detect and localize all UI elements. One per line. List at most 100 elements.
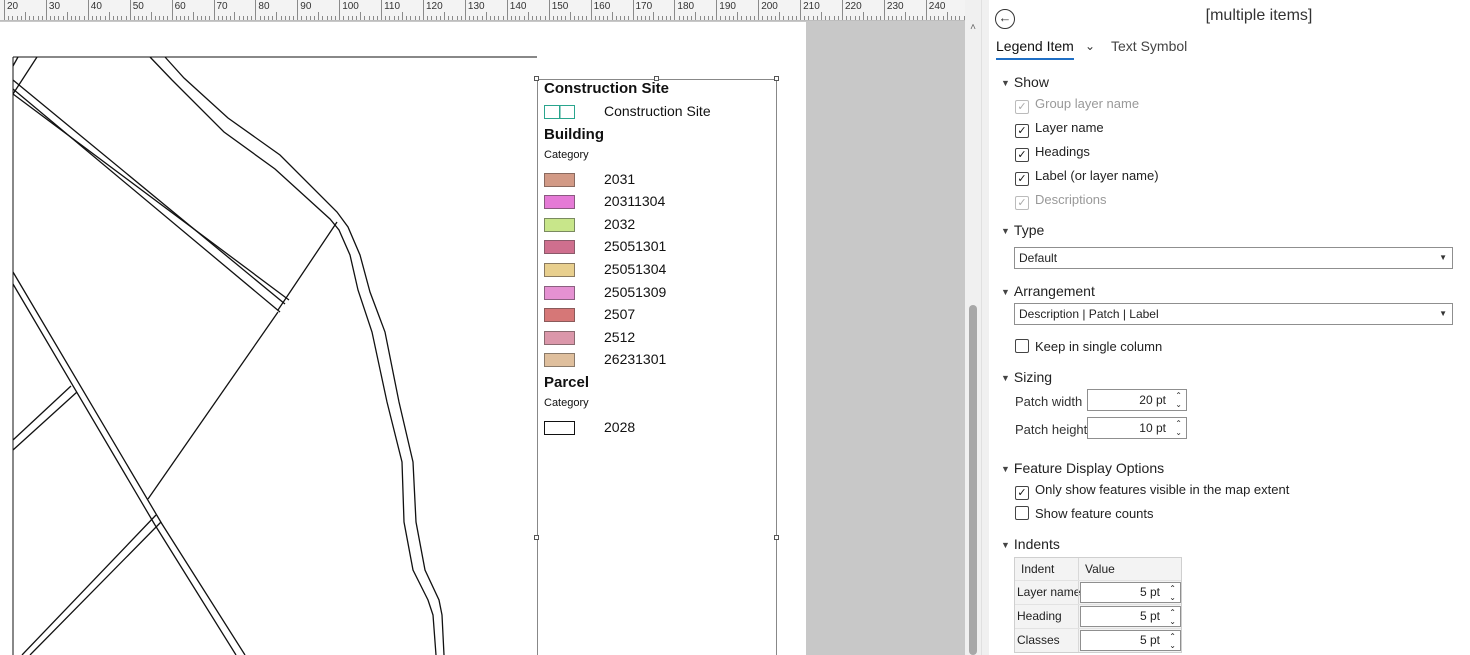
ruler-minor-tick bbox=[661, 16, 663, 20]
legend-patch bbox=[544, 172, 575, 187]
ruler-major-tick bbox=[674, 0, 676, 20]
ruler-minor-tick bbox=[628, 16, 630, 20]
patch-width-stepper[interactable]: 20 pt ⌃ ⌄ bbox=[1087, 389, 1187, 411]
ruler-major-tick bbox=[4, 0, 5, 20]
legend-element[interactable]: Construction Site Construction Site Buildi… bbox=[534, 76, 779, 655]
ruler-minor-tick bbox=[397, 16, 399, 20]
resize-handle[interactable] bbox=[534, 535, 539, 540]
section-title: Arrangement bbox=[1013, 283, 1095, 299]
section-type[interactable]: ▼ Type bbox=[1001, 222, 1044, 238]
resize-handle[interactable] bbox=[774, 535, 779, 540]
tab-text-symbol[interactable]: Text Symbol bbox=[1111, 38, 1187, 54]
ruler-minor-tick bbox=[41, 16, 43, 20]
ruler-minor-tick bbox=[540, 16, 542, 20]
patch-width-value: 20 pt bbox=[1139, 393, 1166, 407]
show-option-checkbox[interactable]: ✓ Label (or layer name) bbox=[1015, 168, 1159, 186]
ruler-minor-tick bbox=[787, 16, 789, 20]
indent-value-stepper[interactable]: 5 pt ⌃ ⌄ bbox=[1080, 582, 1181, 603]
ruler-label: 20 bbox=[7, 1, 19, 12]
layout-view[interactable]: 20 30 40 50 60 70 80 90 100 110 120 130 140 150 160 170… bbox=[0, 0, 965, 655]
show-option-checkbox[interactable]: ✓ Headings bbox=[1015, 144, 1090, 162]
ruler-minor-tick bbox=[12, 16, 14, 20]
checkbox-icon[interactable] bbox=[1015, 339, 1029, 353]
ruler-minor-tick bbox=[741, 16, 743, 20]
section-arrangement[interactable]: ▼ Arrangement bbox=[1001, 283, 1095, 299]
stepper-arrows-icon[interactable]: ⌃ ⌄ bbox=[1169, 608, 1176, 626]
ruler-minor-tick bbox=[607, 16, 609, 20]
section-indents[interactable]: ▼ Indents bbox=[1001, 536, 1060, 552]
ruler-minor-tick bbox=[125, 16, 127, 20]
column-divider bbox=[1078, 629, 1079, 652]
ruler-minor-tick bbox=[569, 12, 571, 20]
section-show[interactable]: ▼ Show bbox=[1001, 74, 1049, 90]
chevron-down-icon[interactable]: ⌄ bbox=[1085, 39, 1095, 53]
show-counts-checkbox[interactable]: Show feature counts bbox=[1015, 506, 1154, 521]
layout-page[interactable]: Construction Site Construction Site Buildi… bbox=[0, 22, 806, 655]
visible-only-checkbox[interactable]: ✓ Only show features visible in the map e… bbox=[1015, 482, 1289, 500]
show-option-checkbox: ✓ Group layer name bbox=[1015, 96, 1139, 114]
ruler-minor-tick bbox=[360, 12, 362, 20]
chevron-down-icon: ▼ bbox=[1001, 287, 1010, 297]
resize-handle[interactable] bbox=[534, 76, 539, 81]
ruler-minor-tick bbox=[71, 16, 73, 20]
legend-class-label: 26231301 bbox=[604, 351, 667, 368]
ruler-minor-tick bbox=[192, 12, 194, 20]
ruler-minor-tick bbox=[163, 16, 165, 20]
ruler-minor-tick bbox=[527, 12, 529, 20]
ruler-minor-tick bbox=[611, 12, 613, 20]
ruler-label: 70 bbox=[216, 1, 228, 12]
ruler-minor-tick bbox=[406, 16, 408, 20]
checkbox-label: Descriptions bbox=[1035, 192, 1107, 207]
ruler-label: 80 bbox=[258, 1, 270, 12]
ruler-minor-tick bbox=[703, 16, 705, 20]
ruler-minor-tick bbox=[431, 16, 433, 20]
ruler-minor-tick bbox=[230, 16, 232, 20]
element-properties-pane: ← [multiple items] Legend Item ⌄ Text Sy… bbox=[989, 0, 1470, 655]
ruler-minor-tick bbox=[946, 12, 948, 20]
table-row: Classes 5 pt ⌃ ⌄ bbox=[1015, 628, 1181, 652]
arrangement-dropdown[interactable]: Description | Patch | Label ▼ bbox=[1014, 303, 1453, 325]
tab-legend-item[interactable]: Legend Item bbox=[996, 38, 1074, 60]
keep-single-column-checkbox[interactable]: Keep in single column bbox=[1015, 339, 1162, 354]
ruler-minor-tick bbox=[653, 12, 655, 20]
show-option-checkbox[interactable]: ✓ Layer name bbox=[1015, 120, 1104, 138]
indent-value-stepper[interactable]: 5 pt ⌃ ⌄ bbox=[1080, 606, 1181, 627]
indents-table: Indent Value Layer name 5 pt ⌃ ⌄ Heading 5 pt… bbox=[1014, 557, 1182, 653]
ruler-minor-tick bbox=[83, 16, 85, 20]
section-title: Sizing bbox=[1013, 369, 1053, 385]
checkbox-icon[interactable]: ✓ bbox=[1015, 148, 1029, 162]
stepper-arrows-icon[interactable]: ⌃ ⌄ bbox=[1169, 632, 1176, 650]
scroll-thumb[interactable] bbox=[969, 305, 977, 655]
ruler-label: 170 bbox=[635, 1, 653, 12]
ruler-minor-tick bbox=[50, 16, 52, 20]
checkbox-icon[interactable]: ✓ bbox=[1015, 172, 1029, 186]
table-row: Heading 5 pt ⌃ ⌄ bbox=[1015, 604, 1181, 628]
ruler-minor-tick bbox=[850, 16, 852, 20]
patch-height-stepper[interactable]: 10 pt ⌃ ⌄ bbox=[1087, 417, 1187, 439]
arrangement-value: Description | Patch | Label bbox=[1019, 307, 1159, 321]
checkbox-icon[interactable]: ✓ bbox=[1015, 486, 1029, 500]
ruler-minor-tick bbox=[175, 16, 177, 20]
section-sizing[interactable]: ▼ Sizing bbox=[1001, 369, 1052, 385]
checkbox-icon[interactable]: ✓ bbox=[1015, 124, 1029, 138]
ruler-major-tick bbox=[45, 0, 47, 20]
ruler-minor-tick bbox=[745, 16, 747, 20]
scroll-up-icon[interactable]: ˄ bbox=[965, 20, 981, 36]
section-feature-display[interactable]: ▼ Feature Display Options bbox=[1001, 460, 1164, 476]
legend-patch bbox=[544, 353, 575, 368]
ruler-minor-tick bbox=[326, 16, 328, 20]
ruler-minor-tick bbox=[138, 16, 140, 20]
indent-value-stepper[interactable]: 5 pt ⌃ ⌄ bbox=[1080, 630, 1181, 651]
stepper-arrows-icon[interactable]: ⌃ ⌄ bbox=[1175, 419, 1182, 437]
back-arrow-icon[interactable]: ← bbox=[995, 9, 1015, 29]
legend-class-label: 2028 bbox=[604, 419, 636, 435]
pane-splitter[interactable] bbox=[981, 0, 989, 655]
stepper-arrows-icon[interactable]: ⌃ ⌄ bbox=[1175, 391, 1182, 409]
ruler-minor-tick bbox=[762, 16, 764, 20]
stepper-arrows-icon[interactable]: ⌃ ⌄ bbox=[1169, 584, 1176, 602]
resize-handle[interactable] bbox=[774, 76, 779, 81]
ruler-minor-tick bbox=[934, 16, 936, 20]
type-dropdown[interactable]: Default ▼ bbox=[1014, 247, 1453, 269]
checkbox-icon[interactable] bbox=[1015, 506, 1029, 520]
vertical-scrollbar[interactable]: ˄ bbox=[965, 0, 981, 655]
